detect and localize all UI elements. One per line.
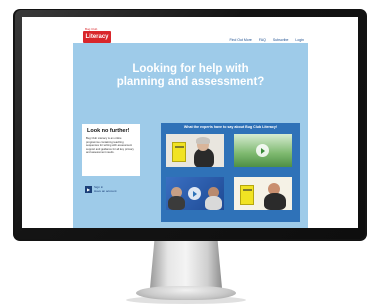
intro-card-body: Bug Club Literacy is an online programme…: [86, 137, 134, 155]
nav-login[interactable]: Login: [295, 38, 304, 42]
book-cover-image: [172, 142, 186, 162]
nav-find-out-more[interactable]: Find Out More: [229, 38, 251, 42]
intro-card-title: Look no further!: [87, 128, 130, 134]
video-thumbnail-3[interactable]: [166, 177, 224, 210]
experts-panel-title: What the experts have to say about Bug C…: [183, 125, 278, 129]
hero-banner: Looking for help with planning and asses…: [73, 43, 308, 228]
intro-card: Look no further! Bug Club Literacy is an…: [82, 124, 140, 176]
book-cover-image: [240, 185, 254, 205]
monitor-screen: Bug Club Literacy Find Out More FAQ Subs…: [22, 17, 358, 228]
play-icon: [188, 187, 201, 200]
video-thumbnail-4[interactable]: [234, 177, 292, 210]
login-link[interactable]: ▶ Sign in Have an account: [85, 185, 117, 193]
monitor-base: [136, 286, 236, 300]
hero-headline-line2: planning and assessment?: [116, 76, 265, 88]
login-arrow-icon: ▶: [85, 186, 92, 193]
nav-faq[interactable]: FAQ: [259, 38, 266, 42]
experts-panel: What the experts have to say about Bug C…: [161, 123, 300, 222]
monitor-stand: [150, 241, 222, 288]
login-line2: Have an account: [94, 188, 117, 193]
play-icon: [256, 144, 269, 157]
top-nav: Find Out More FAQ Subscribe Login: [229, 38, 304, 42]
nav-subscribe[interactable]: Subscribe: [273, 38, 289, 42]
site-header: Bug Club Literacy Find Out More FAQ Subs…: [22, 17, 358, 43]
monitor-scene: Bug Club Literacy Find Out More FAQ Subs…: [0, 0, 375, 308]
video-thumbnail-1[interactable]: [166, 134, 224, 167]
hero-headline-line1: Looking for help with: [132, 63, 249, 75]
hero-headline: Looking for help with planning and asses…: [73, 63, 308, 89]
brand-logo[interactable]: Literacy: [83, 31, 111, 43]
presenter-image: [264, 193, 286, 210]
video-thumbnail-2[interactable]: [234, 134, 292, 167]
